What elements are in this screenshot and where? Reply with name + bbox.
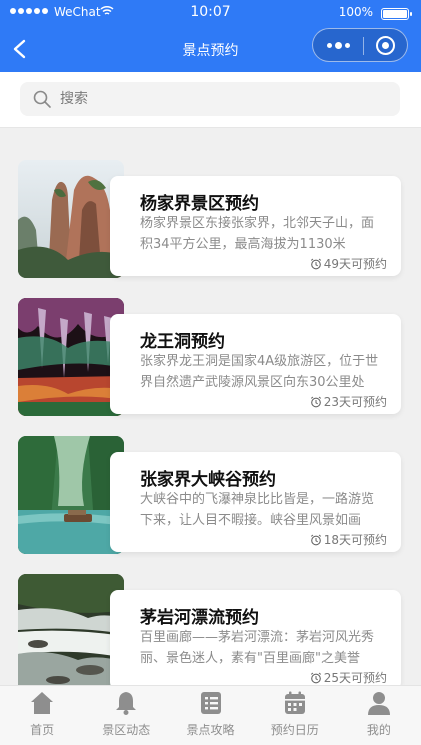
- attraction-card[interactable]: 龙王洞预约 张家界龙王洞是国家4A级旅游区，位于世界自然遗产武陵源风景区向东30…: [18, 298, 401, 418]
- card-body: 龙王洞预约 张家界龙王洞是国家4A级旅游区，位于世界自然遗产武陵源风景区向东30…: [110, 314, 401, 414]
- attraction-photo: [18, 574, 124, 685]
- available-days-text: 49天可预约: [323, 257, 387, 271]
- tab-guides[interactable]: 景点攻略: [168, 686, 252, 745]
- tab-label: 首页: [30, 723, 55, 737]
- battery-icon: [381, 8, 412, 20]
- available-days: 18天可预约: [310, 531, 387, 548]
- alarm-clock-icon: [310, 396, 321, 407]
- tab-label: 预约日历: [270, 723, 319, 737]
- alarm-clock-icon: [310, 672, 321, 683]
- calendar-icon: [284, 691, 305, 714]
- available-days: 23天可预约: [310, 393, 387, 410]
- more-icon[interactable]: [327, 42, 350, 49]
- available-days-text: 23天可预约: [323, 395, 387, 409]
- capsule-divider: [363, 37, 364, 55]
- tab-bar: 首页 景区动态 景点攻略 预约日历 我的: [0, 685, 421, 745]
- card-title: 杨家界景区预约: [140, 194, 259, 214]
- mini-program-capsule: [312, 28, 408, 62]
- search-box[interactable]: [20, 82, 400, 116]
- list-icon: [200, 692, 221, 714]
- home-icon: [31, 692, 54, 714]
- attraction-list: 杨家界景区预约 杨家界景区东接张家界，北邻天子山，面积34平方公里，最高海拔为1…: [0, 128, 421, 685]
- available-days: 25天可预约: [310, 669, 387, 685]
- alarm-clock-icon: [310, 534, 321, 545]
- tab-label: 我的: [366, 723, 391, 737]
- alarm-clock-icon: [310, 258, 321, 269]
- card-description: 张家界龙王洞是国家4A级旅游区，位于世界自然遗产武陵源风景区向东30公里处: [140, 354, 379, 390]
- card-description: 杨家界景区东接张家界，北邻天子山，面积34平方公里，最高海拔为1130米: [140, 216, 375, 252]
- search-bar: [0, 72, 421, 128]
- card-title: 茅岩河漂流预约: [140, 608, 259, 628]
- tab-label: 景点攻略: [186, 723, 235, 737]
- search-input[interactable]: [60, 82, 380, 116]
- close-icon[interactable]: [376, 36, 395, 55]
- attraction-card[interactable]: 杨家界景区预约 杨家界景区东接张家界，北邻天子山，面积34平方公里，最高海拔为1…: [18, 160, 401, 280]
- tab-profile[interactable]: 我的: [337, 686, 421, 745]
- card-description: 大峡谷中的飞瀑神泉比比皆是，一路游览下来，让人目不暇接。峡谷里风景如画: [140, 492, 375, 528]
- attraction-photo: [18, 160, 124, 278]
- available-days-text: 25天可预约: [323, 671, 387, 685]
- attraction-photo: [18, 436, 124, 554]
- available-days: 49天可预约: [310, 255, 387, 272]
- tab-home[interactable]: 首页: [0, 686, 84, 745]
- status-bar: WeChat 10:07 100%: [0, 0, 421, 28]
- attraction-photo: [18, 298, 124, 416]
- bell-icon: [116, 692, 137, 715]
- attraction-card[interactable]: 张家界大峡谷预约 大峡谷中的飞瀑神泉比比皆是，一路游览下来，让人目不暇接。峡谷里…: [18, 436, 401, 556]
- header: WeChat 10:07 100% 景点预约: [0, 0, 421, 72]
- user-icon: [367, 692, 390, 715]
- search-icon: [33, 90, 51, 108]
- tab-calendar[interactable]: 预约日历: [253, 686, 337, 745]
- card-title: 张家界大峡谷预约: [140, 470, 276, 490]
- tab-scenic-news[interactable]: 景区动态: [84, 686, 168, 745]
- card-description: 百里画廊——茅岩河漂流：茅岩河风光秀丽、景色迷人，素有"百里画廊"之美誉: [140, 630, 375, 666]
- tab-label: 景区动态: [102, 723, 151, 737]
- card-body: 茅岩河漂流预约 百里画廊——茅岩河漂流：茅岩河风光秀丽、景色迷人，素有"百里画廊…: [110, 590, 401, 685]
- available-days-text: 18天可预约: [323, 533, 387, 547]
- card-body: 杨家界景区预约 杨家界景区东接张家界，北邻天子山，面积34平方公里，最高海拔为1…: [110, 176, 401, 276]
- card-title: 龙王洞预约: [140, 332, 225, 352]
- attraction-card[interactable]: 茅岩河漂流预约 百里画廊——茅岩河漂流：茅岩河风光秀丽、景色迷人，素有"百里画廊…: [18, 574, 401, 685]
- card-body: 张家界大峡谷预约 大峡谷中的飞瀑神泉比比皆是，一路游览下来，让人目不暇接。峡谷里…: [110, 452, 401, 552]
- battery-percent: 100%: [338, 5, 373, 19]
